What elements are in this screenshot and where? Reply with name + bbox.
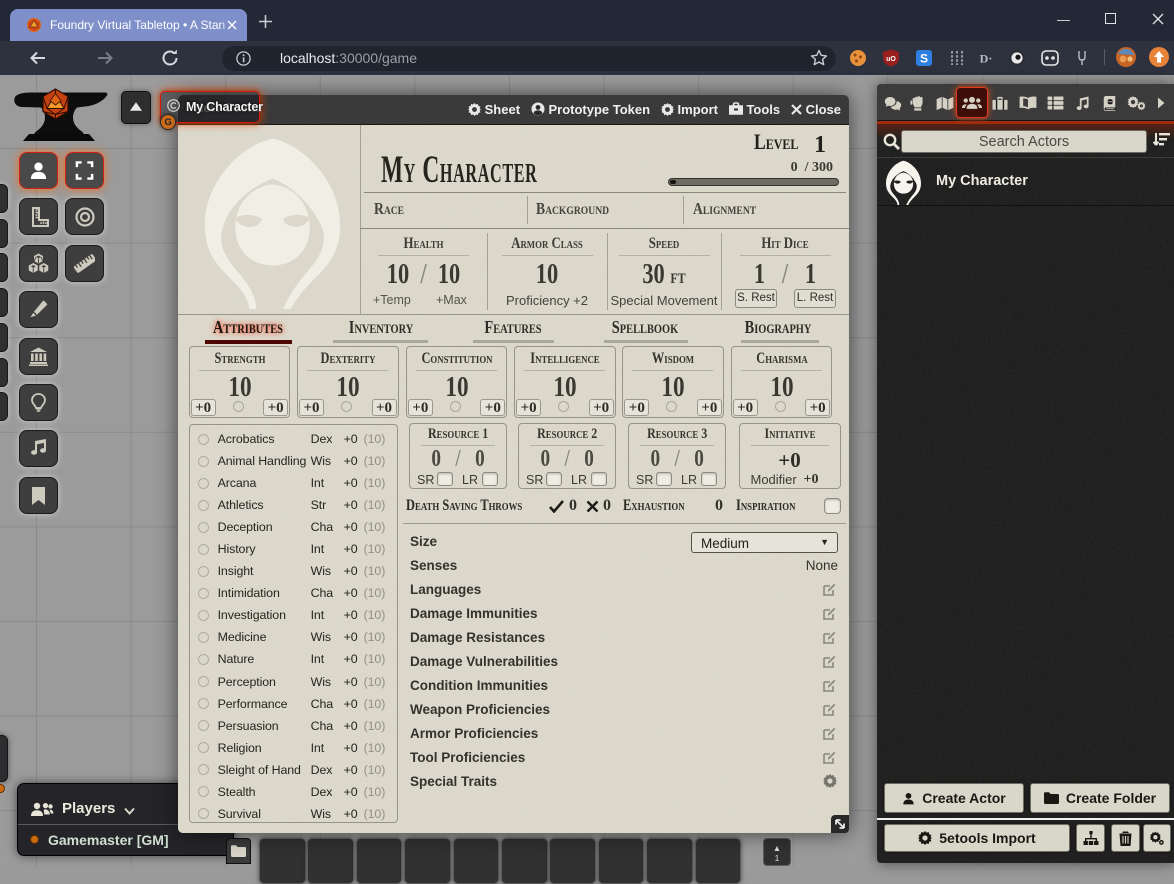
svg-text:S: S [920,52,928,66]
svg-text:uO: uO [886,56,896,63]
svg-text:D·: D· [980,52,993,66]
